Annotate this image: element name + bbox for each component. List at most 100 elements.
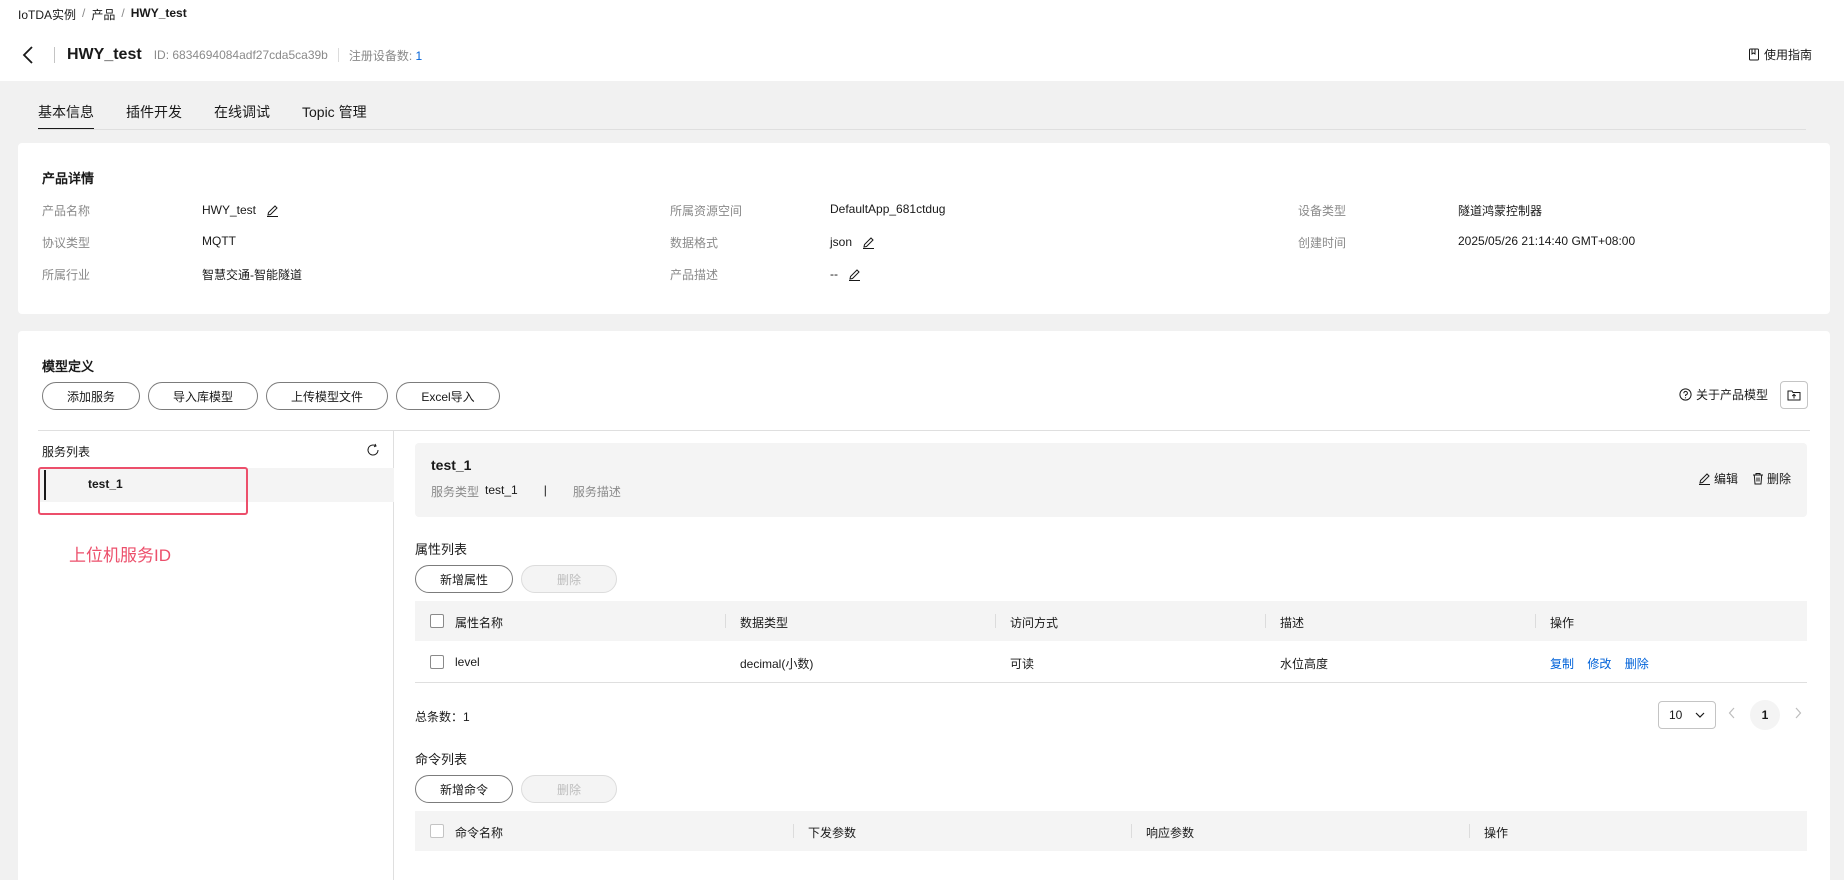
- tab-plugin-dev[interactable]: 插件开发: [126, 102, 182, 128]
- edit-icon[interactable]: [848, 268, 861, 281]
- service-list-title: 服务列表: [42, 445, 91, 459]
- property-desc: 水位高度: [1280, 657, 1329, 671]
- page-title: HWY_test: [67, 46, 142, 63]
- field-label: 产品描述: [670, 268, 719, 282]
- field-value-product-name: HWY_test: [202, 203, 279, 217]
- guide-label: 使用指南: [1763, 48, 1812, 62]
- divider: [337, 48, 339, 62]
- title-row: HWY_test ID: 6834694084adf27cda5ca39b 注册…: [22, 42, 422, 68]
- book-icon: [1748, 48, 1759, 61]
- chevron-right-icon: [1795, 707, 1802, 719]
- model-definition-card: 模型定义 添加服务 导入库模型 上传模型文件 Excel导入 关于产品模型 服务…: [18, 331, 1830, 880]
- column-header: 响应参数: [1146, 826, 1195, 840]
- field-value-description: --: [830, 267, 861, 281]
- prev-page-button[interactable]: [1728, 706, 1736, 722]
- chevron-down-icon: [1695, 712, 1705, 718]
- breadcrumb-separator: /: [82, 6, 86, 20]
- breadcrumb-item-current: HWY_test: [130, 6, 187, 20]
- service-actions: 编辑 删除: [1698, 470, 1791, 487]
- field-label: 创建时间: [1298, 236, 1347, 250]
- field-value-data-format: json: [830, 235, 875, 249]
- upload-model-file-button[interactable]: 上传模型文件: [266, 382, 388, 410]
- delete-property-link[interactable]: 删除: [1625, 657, 1649, 671]
- column-header: 操作: [1550, 616, 1575, 630]
- description-text: --: [830, 267, 838, 281]
- registered-count[interactable]: 1: [416, 49, 423, 63]
- chevron-left-icon: [22, 46, 33, 64]
- tab-topic-manage[interactable]: Topic 管理: [302, 102, 367, 128]
- separator: |: [543, 483, 547, 497]
- row-checkbox[interactable]: [430, 655, 444, 669]
- page-size-value: 10: [1669, 708, 1683, 722]
- export-model-button[interactable]: [1780, 381, 1808, 409]
- property-list-title: 属性列表: [415, 542, 468, 557]
- service-info-panel: test_1 服务类型 test_1 | 服务描述 编辑 删除: [415, 443, 1807, 517]
- divider: [54, 47, 55, 63]
- service-type-value: test_1: [485, 483, 518, 497]
- folder-export-icon: [1787, 390, 1801, 401]
- refresh-icon[interactable]: [366, 443, 380, 457]
- total-count: 总条数：1: [415, 710, 470, 724]
- breadcrumb-item-instance[interactable]: IoTDA实例: [18, 6, 76, 23]
- about-product-model-link[interactable]: 关于产品模型: [1679, 386, 1768, 403]
- trash-icon: [1752, 473, 1763, 485]
- top-bar: IoTDA实例 / 产品 / HWY_test HWY_test ID: 683…: [0, 0, 1844, 81]
- property-table-header: 属性名称 数据类型 访问方式 描述 操作: [415, 601, 1807, 641]
- field-label: 产品名称: [42, 204, 91, 218]
- column-header: 访问方式: [1010, 616, 1059, 630]
- field-value-industry: 智慧交通-智能隧道: [202, 268, 302, 282]
- next-page-button[interactable]: [1794, 706, 1802, 722]
- section-title: 模型定义: [42, 359, 95, 374]
- property-access: 可读: [1010, 657, 1035, 671]
- excel-import-button[interactable]: Excel导入: [396, 382, 500, 410]
- column-header: 描述: [1280, 616, 1305, 630]
- field-value-resource-space: DefaultApp_681ctdug: [830, 202, 946, 216]
- delete-label: 删除: [1766, 472, 1791, 486]
- field-label: 所属资源空间: [670, 204, 743, 218]
- select-all-checkbox[interactable]: [430, 614, 444, 628]
- column-divider: [793, 824, 794, 838]
- add-service-button[interactable]: 添加服务: [42, 382, 140, 410]
- column-divider: [1265, 614, 1266, 628]
- column-header: 操作: [1484, 826, 1509, 840]
- tab-basic-info[interactable]: 基本信息: [38, 102, 94, 130]
- column-header: 命令名称: [455, 826, 504, 840]
- field-value-protocol: MQTT: [202, 234, 236, 248]
- annotation-text: 上位机服务ID: [69, 546, 171, 565]
- edit-service-button[interactable]: 编辑: [1698, 470, 1738, 487]
- add-command-button[interactable]: 新增命令: [415, 775, 513, 803]
- import-library-model-button[interactable]: 导入库模型: [148, 382, 258, 410]
- add-property-button[interactable]: 新增属性: [415, 565, 513, 593]
- edit-icon[interactable]: [862, 236, 875, 249]
- field-label: 设备类型: [1298, 204, 1347, 218]
- edit-icon[interactable]: [266, 204, 279, 217]
- delete-service-button[interactable]: 删除: [1752, 470, 1791, 487]
- column-divider: [995, 614, 996, 628]
- field-label: 数据格式: [670, 236, 719, 250]
- tab-online-debug[interactable]: 在线调试: [214, 102, 270, 128]
- command-list-title: 命令列表: [415, 752, 468, 767]
- chevron-left-icon: [1728, 707, 1735, 719]
- page-number[interactable]: 1: [1750, 700, 1780, 730]
- breadcrumb-item-product[interactable]: 产品: [91, 6, 115, 23]
- copy-property-link[interactable]: 复制: [1550, 657, 1574, 671]
- highlight-box: [38, 467, 248, 515]
- row-actions: 复制 修改 删除: [1550, 655, 1659, 672]
- property-type: decimal(小数): [740, 657, 814, 671]
- guide-link[interactable]: 使用指南: [1748, 46, 1812, 63]
- property-name: level: [455, 655, 480, 669]
- command-table-header: 命令名称 下发参数 响应参数 操作: [415, 811, 1807, 851]
- page-size-select[interactable]: 10: [1658, 701, 1716, 729]
- registered-label: 注册设备数:: [348, 48, 413, 63]
- back-button[interactable]: [22, 44, 40, 66]
- column-divider: [1469, 824, 1470, 838]
- service-name: test_1: [431, 457, 472, 473]
- column-header: 下发参数: [808, 826, 857, 840]
- about-label: 关于产品模型: [1695, 388, 1768, 402]
- edit-icon: [1698, 473, 1710, 485]
- registered-devices: 注册设备数: 1: [349, 47, 422, 64]
- select-all-checkbox[interactable]: [430, 824, 444, 838]
- column-header: 数据类型: [740, 616, 789, 630]
- modify-property-link[interactable]: 修改: [1587, 657, 1611, 671]
- breadcrumb: IoTDA实例 / 产品 / HWY_test: [18, 6, 187, 23]
